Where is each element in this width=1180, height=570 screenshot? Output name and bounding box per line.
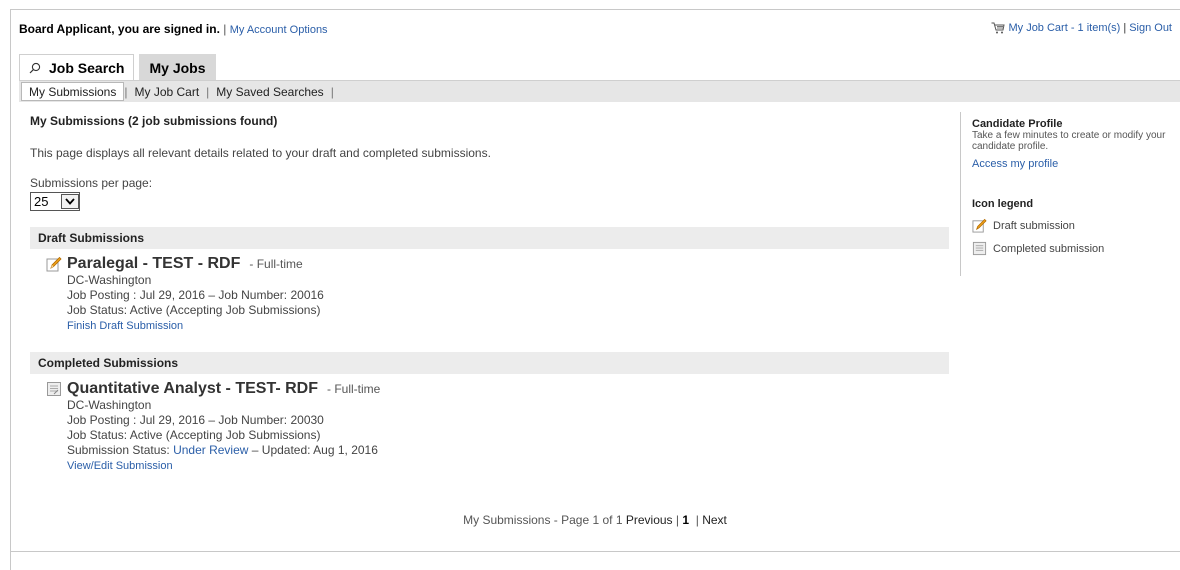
tab-my-jobs[interactable]: My Jobs	[139, 54, 216, 80]
completed-job-item: Quantitative Analyst - TEST- RDF - Full-…	[46, 380, 380, 474]
draft-job-item: Paralegal - TEST - RDF - Full-time DC-Wa…	[46, 255, 324, 334]
submission-status-link[interactable]: Under Review	[173, 443, 248, 457]
cart-icon[interactable]	[991, 22, 1006, 34]
header-actions: My Job Cart - 1 item(s) | Sign Out	[991, 22, 1172, 34]
per-page-value: 25	[34, 194, 49, 209]
pager-separator: |	[675, 513, 680, 527]
subtab-my-job-cart[interactable]: My Job Cart	[127, 83, 206, 101]
completed-job-type: - Full-time	[327, 382, 381, 396]
pagination: My Submissions - Page 1 of 1 Previous | …	[0, 513, 1180, 527]
header-actions-separator: |	[1123, 22, 1127, 34]
pencil-icon	[46, 256, 62, 272]
tab-job-search-label: Job Search	[49, 59, 125, 76]
pencil-icon	[972, 218, 987, 233]
sign-out-link[interactable]: Sign Out	[1129, 22, 1172, 34]
main-tabs: Job Search My Jobs	[19, 54, 216, 80]
draft-job-title-link[interactable]: Paralegal - TEST - RDF	[67, 255, 240, 273]
draft-job-location: DC-Washington	[67, 273, 152, 287]
pager-summary: My Submissions - Page 1 of 1	[463, 513, 623, 527]
completed-job-title-link[interactable]: Quantitative Analyst - TEST- RDF	[67, 380, 318, 398]
draft-section-header: Draft Submissions	[30, 227, 949, 249]
document-icon	[972, 241, 987, 256]
legend-draft-label: Draft submission	[993, 219, 1075, 232]
signed-in-status: Board Applicant, you are signed in. | My…	[19, 22, 328, 36]
chevron-down-icon[interactable]	[61, 194, 79, 209]
footer-divider	[10, 551, 1180, 552]
sidebar: Candidate Profile Take a few minutes to …	[960, 112, 1175, 276]
page-description: This page displays all relevant details …	[30, 146, 491, 160]
search-icon	[29, 62, 41, 73]
draft-job-status: Job Status: Active (Accepting Job Submis…	[67, 303, 321, 317]
finish-draft-link[interactable]: Finish Draft Submission	[67, 320, 183, 332]
candidate-profile-title: Candidate Profile	[972, 118, 1063, 130]
submission-updated: – Updated: Aug 1, 2016	[251, 443, 378, 457]
draft-job-posting: Job Posting : Jul 29, 2016 – Job Number:…	[67, 288, 324, 302]
signed-in-text: Board Applicant, you are signed in.	[19, 22, 220, 36]
access-profile-link[interactable]: Access my profile	[972, 158, 1175, 170]
legend-completed-label: Completed submission	[993, 242, 1105, 255]
draft-job-type: - Full-time	[249, 257, 303, 271]
per-page-select[interactable]: 25	[30, 192, 80, 211]
pager-next[interactable]: Next	[702, 513, 727, 527]
completed-job-posting: Job Posting : Jul 29, 2016 – Job Number:…	[67, 413, 324, 427]
per-page-label: Submissions per page:	[30, 176, 153, 190]
view-edit-submission-link[interactable]: View/Edit Submission	[67, 460, 173, 472]
subtab-my-submissions[interactable]: My Submissions	[21, 82, 125, 101]
subtab-my-saved-searches[interactable]: My Saved Searches	[209, 83, 330, 101]
completed-job-location: DC-Washington	[67, 398, 152, 412]
completed-section-header: Completed Submissions	[30, 352, 949, 374]
pager-separator: |	[695, 513, 699, 527]
subtab-bar: My Submissions | My Job Cart | My Saved …	[19, 80, 1180, 102]
tab-my-jobs-label: My Jobs	[149, 59, 206, 76]
submission-status-line: Submission Status: Under Review – Update…	[67, 443, 380, 458]
job-cart-link[interactable]: My Job Cart - 1 item(s)	[1008, 22, 1120, 34]
legend-completed: Completed submission	[972, 241, 1175, 256]
account-options-link[interactable]: My Account Options	[230, 24, 328, 36]
completed-job-status: Job Status: Active (Accepting Job Submis…	[67, 428, 321, 442]
pager-previous[interactable]: Previous	[626, 513, 673, 527]
icon-legend-title: Icon legend	[972, 198, 1034, 210]
legend-draft: Draft submission	[972, 218, 1175, 233]
document-icon	[47, 382, 61, 396]
tab-job-search[interactable]: Job Search	[19, 54, 135, 80]
submission-status-label: Submission Status:	[67, 443, 170, 457]
pager-current-page: 1	[682, 513, 690, 527]
page-title: My Submissions (2 job submissions found)	[30, 114, 278, 128]
candidate-profile-text: Take a few minutes to create or modify y…	[972, 130, 1166, 152]
subtab-separator: |	[330, 84, 334, 99]
header-separator: |	[223, 22, 227, 36]
